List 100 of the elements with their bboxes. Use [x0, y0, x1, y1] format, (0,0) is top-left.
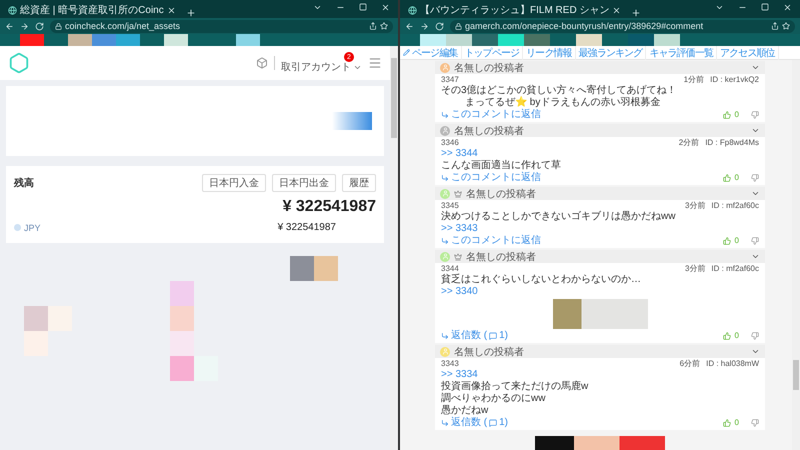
close-icon[interactable]: [783, 2, 792, 12]
site-icon: [408, 6, 417, 14]
pixelated-patch: [68, 34, 92, 46]
poster-name: 名無しの投稿者: [454, 62, 524, 74]
thumbs-down-icon[interactable]: [751, 174, 759, 182]
pixelated-patch: [164, 34, 188, 46]
action-button[interactable]: 日本円入金: [202, 174, 266, 192]
bookmark-star-icon[interactable]: [782, 22, 790, 30]
thumbs-up-icon[interactable]: [722, 111, 731, 119]
tab-title: 総資産 | 暗号資産取引所のCoinc: [20, 4, 164, 17]
cube-icon[interactable]: [256, 57, 268, 69]
card-title: 残高: [14, 176, 34, 190]
like-count: 0: [734, 235, 739, 247]
poster-name: 名無しの投稿者: [466, 188, 536, 200]
share-icon[interactable]: [369, 22, 377, 30]
thumbs-down-icon[interactable]: [751, 332, 759, 340]
currency-amount: ¥ 322541987: [278, 222, 336, 233]
reply-anchor-link[interactable]: >> 3334: [441, 369, 759, 381]
poster-id: ID : hal038mW: [706, 359, 759, 369]
currency-label: JPY: [14, 222, 41, 232]
address-bar[interactable]: coincheck.com/ja/net_assets: [50, 20, 393, 32]
pixelated-patch: [654, 34, 680, 46]
comment-number: 3346: [441, 138, 459, 148]
reply-arrow-icon: [441, 419, 449, 427]
logo-icon: [8, 52, 30, 74]
comment-time: 1分前: [684, 75, 704, 85]
maximize-icon[interactable]: [761, 2, 769, 10]
reply-anchor-link[interactable]: >> 3340: [441, 286, 759, 298]
pencil-icon: [403, 49, 410, 56]
pixelated-patch: [420, 34, 446, 46]
maximize-icon[interactable]: [359, 2, 367, 10]
reply-count-link[interactable]: 返信数 ( 1): [441, 330, 508, 342]
comment-text: その3億はどこかの貧しい方々へ寄付してあげてね！: [441, 85, 678, 96]
reply-arrow-icon: [441, 174, 449, 182]
reload-icon[interactable]: [35, 22, 44, 30]
collapse-icon[interactable]: [751, 63, 760, 72]
lock-icon: [55, 22, 62, 30]
reply-arrow-icon: [441, 332, 449, 340]
poster-id: ID : mf2af60c: [711, 264, 759, 274]
comment-text: 決めつけることしかできないゴキブリは愚かだねww: [441, 211, 676, 223]
thumbs-down-icon[interactable]: [751, 237, 759, 245]
poster-name: 名無しの投稿者: [454, 346, 524, 358]
back-icon[interactable]: [5, 22, 14, 30]
comment-time: 3分前: [684, 201, 706, 211]
address-bar[interactable]: gamerch.com/onepiece-bountyrush/entry/389629#comment: [450, 20, 795, 32]
thumbs-down-icon[interactable]: [751, 419, 759, 427]
scrollbar[interactable]: [390, 46, 398, 450]
reply-link[interactable]: このコメントに返信: [441, 172, 541, 184]
collapse-icon[interactable]: [751, 347, 760, 356]
share-icon[interactable]: [771, 22, 779, 30]
forward-icon[interactable]: [20, 22, 29, 30]
like-count: 0: [734, 109, 739, 121]
comment-number: 3347: [441, 75, 459, 85]
reply-link[interactable]: このコメントに返信: [441, 235, 541, 247]
close-tab-icon[interactable]: [612, 6, 622, 14]
back-icon[interactable]: [405, 22, 414, 30]
comment-text: まってるぜ⭐ byドラえもんの赤い羽根募金: [464, 97, 662, 108]
ad-image-placeholder[interactable]: [535, 436, 665, 450]
thumbs-up-icon[interactable]: [722, 174, 731, 182]
site-icon: [8, 6, 17, 14]
reply-anchor-link[interactable]: >> 3344: [441, 148, 759, 160]
poster-id: ID : mf2af60c: [711, 201, 759, 211]
collapse-icon[interactable]: [751, 126, 760, 135]
pixelated-patch: [236, 34, 260, 46]
bookmark-star-icon[interactable]: [380, 22, 388, 30]
poster-name: 名無しの投稿者: [454, 124, 524, 138]
thumbs-down-icon[interactable]: [751, 111, 759, 119]
pixelated-patch: [576, 34, 602, 46]
reply-link[interactable]: このコメントに返信: [441, 109, 541, 121]
reload-icon[interactable]: [435, 22, 444, 30]
collapse-icon[interactable]: [751, 252, 760, 261]
pixelated-patch: [524, 34, 550, 46]
thumbs-up-icon[interactable]: [722, 419, 731, 427]
comment-text: 投資画像拾って来ただけの馬鹿w: [441, 381, 590, 392]
close-tab-icon[interactable]: [166, 6, 176, 14]
pixelated-patch: [628, 34, 654, 46]
comment-text: 愚かだねw: [441, 405, 490, 416]
forward-icon[interactable]: [420, 22, 429, 30]
comment-time: 2分前: [678, 138, 700, 148]
action-button[interactable]: 日本円出金: [272, 174, 336, 192]
close-icon[interactable]: [381, 2, 390, 12]
new-tab-icon[interactable]: [186, 8, 196, 18]
comment-number: 3343: [441, 359, 459, 369]
poster-id: ID : ker1vkQ2: [710, 75, 759, 85]
reply-anchor-link[interactable]: >> 3343: [441, 223, 759, 235]
thumbs-up-icon[interactable]: [722, 332, 731, 340]
reply-count-link[interactable]: 返信数 ( 1): [441, 417, 508, 429]
pixelated-patch: [194, 356, 218, 381]
menu-icon[interactable]: [368, 56, 382, 70]
comment-number: 3344: [441, 264, 459, 274]
banner-graphic: [332, 112, 372, 130]
reply-arrow-icon: [441, 111, 449, 119]
scrollbar[interactable]: [792, 60, 800, 450]
pixelated-patch: [116, 34, 140, 46]
new-tab-icon[interactable]: [631, 8, 642, 18]
reply-arrow-icon: [441, 237, 449, 245]
thumbs-up-icon[interactable]: [722, 237, 731, 245]
action-button[interactable]: 履歴: [342, 174, 376, 192]
collapse-icon[interactable]: [751, 189, 760, 198]
like-count: 0: [734, 172, 739, 184]
